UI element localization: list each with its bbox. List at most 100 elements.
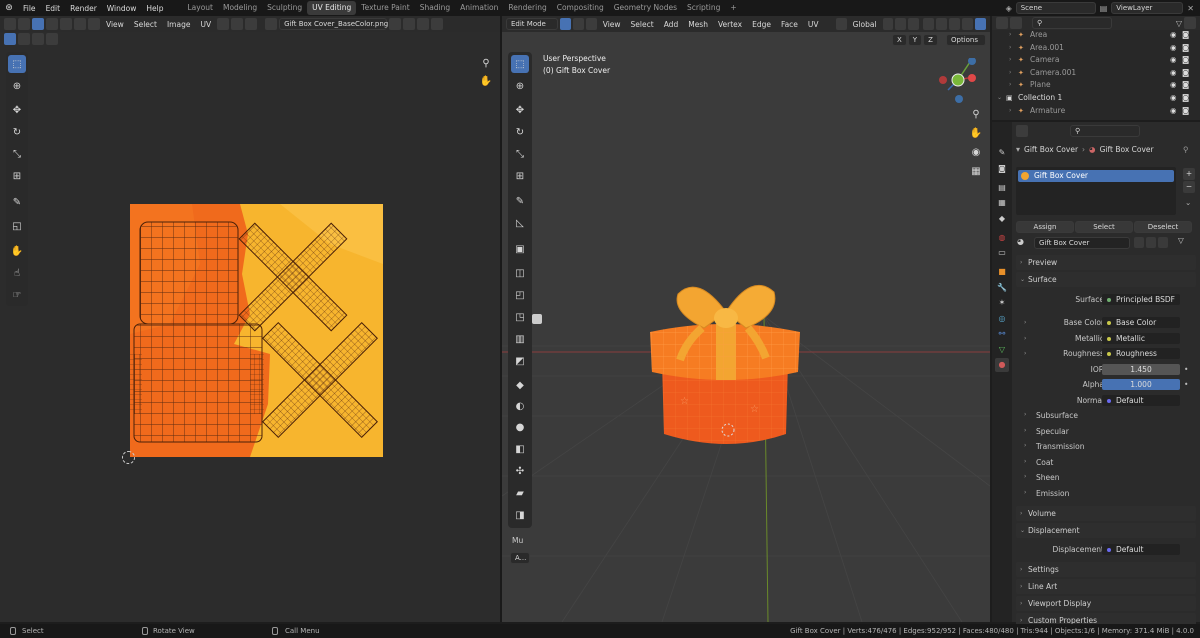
deselect-button[interactable]: Deselect [1134, 221, 1192, 233]
material-tab-icon[interactable]: ● [995, 358, 1009, 372]
viewlayer-icon[interactable]: ▤ [1100, 4, 1108, 13]
vp-polybuild-icon[interactable]: ◆ [511, 376, 529, 394]
surface-row-value[interactable]: Roughness [1102, 347, 1180, 359]
navigation-gizmo[interactable] [930, 58, 988, 110]
outliner-type-icon[interactable] [996, 17, 1008, 29]
subpanel-item[interactable]: Transmission [1036, 440, 1084, 453]
visibility-eye-icon[interactable]: ◉ [1170, 29, 1177, 41]
sync-selection-icon[interactable] [18, 18, 30, 30]
view-layer-tab-icon[interactable]: ▦ [995, 196, 1009, 210]
viewlayer-selector[interactable]: ViewLayer [1111, 2, 1184, 14]
tab-shading[interactable]: Shading [415, 1, 455, 15]
outliner-item[interactable]: › ✦ Camera.001 ◉ ◙ [996, 67, 1196, 79]
select-box-tool-icon[interactable]: ⬚ [8, 55, 26, 73]
panel-volume[interactable]: › Volume [1016, 506, 1196, 521]
tab-geometry-nodes[interactable]: Geometry Nodes [609, 1, 682, 15]
visibility-eye-icon[interactable]: ◉ [1170, 67, 1177, 79]
modifier-tab-icon[interactable]: 🔧 [995, 281, 1009, 295]
material-unlink-icon[interactable] [1158, 237, 1168, 248]
vp-transform-icon[interactable]: ⊞ [511, 167, 529, 185]
proportional-edit-icon[interactable] [908, 18, 920, 30]
visibility-eye-icon[interactable]: ◉ [1170, 42, 1177, 54]
scene-selector[interactable]: Scene [1015, 2, 1096, 14]
expand-arrow-icon[interactable]: › [1009, 105, 1011, 117]
uv-menu-image[interactable]: Image [163, 20, 195, 29]
surface-row-value[interactable]: 1.450 [1102, 363, 1180, 375]
render-camera-icon[interactable]: ◙ [1182, 67, 1189, 79]
menu-file[interactable]: File [18, 4, 41, 13]
pin-icon[interactable]: ⚲ [1183, 145, 1189, 154]
options-button[interactable]: Options [946, 34, 986, 46]
move-tool-icon[interactable]: ✥ [8, 101, 26, 119]
pan-icon[interactable]: ✋ [477, 72, 495, 90]
select-mode-subtract-icon[interactable] [32, 33, 44, 45]
keyframe-dot-icon[interactable]: • [1184, 365, 1188, 374]
shading-material-icon[interactable] [975, 18, 987, 30]
image-name-field[interactable]: Gift Box Cover_BaseColor.png [279, 18, 388, 30]
tab-uv-editing[interactable]: UV Editing [307, 1, 357, 15]
slot-menu-icon[interactable]: ⌄ [1185, 198, 1191, 207]
face-select-icon[interactable] [60, 18, 72, 30]
rip-tool-icon[interactable]: ◱ [8, 217, 26, 235]
vp-menu-edge[interactable]: Edge [748, 20, 775, 29]
visibility-eye-icon[interactable]: ◉ [1170, 79, 1177, 91]
scale-tool-icon[interactable]: ⤡ [8, 145, 26, 163]
expand-arrow-icon[interactable]: › [1009, 67, 1011, 79]
relax-tool-icon[interactable]: ☝ [8, 264, 26, 282]
render-tab-icon[interactable]: ◙ [995, 162, 1009, 176]
outliner-item[interactable]: ⌄ ▣ Collection 1 ◉ ◙ [996, 92, 1196, 104]
particles-tab-icon[interactable]: ✶ [995, 296, 1009, 310]
gift-box-model[interactable]: ☆ ☆ [640, 272, 810, 452]
menu-edit[interactable]: Edit [41, 4, 66, 13]
edge-select-icon[interactable] [46, 18, 58, 30]
transform-orientation[interactable]: Global [849, 20, 881, 29]
vp-menu-select[interactable]: Select [627, 20, 658, 29]
material-fake-user-icon[interactable] [1134, 237, 1144, 248]
blender-logo-icon[interactable]: ⊛ [0, 3, 18, 13]
mirror-y-toggle[interactable]: Y [907, 34, 923, 46]
output-tab-icon[interactable]: ▤ [995, 181, 1009, 195]
vp-zoom-icon[interactable]: ⚲ [967, 105, 985, 123]
render-camera-icon[interactable]: ◙ [1182, 42, 1189, 54]
select-mode-extend-icon[interactable] [18, 33, 30, 45]
vp-smooth-icon[interactable]: ● [511, 418, 529, 436]
vp-extrude-icon[interactable]: ◫ [511, 264, 529, 282]
surface-row-value[interactable]: 1.000 [1102, 378, 1180, 390]
vp-cursor-icon[interactable]: ⊕ [511, 77, 529, 95]
subpanel-arrow-icon[interactable]: › [1024, 473, 1026, 480]
visibility-eye-icon[interactable]: ◉ [1170, 105, 1177, 117]
tab-compositing[interactable]: Compositing [552, 1, 609, 15]
outliner-search-input[interactable]: ⚲ [1032, 17, 1112, 29]
edge-mode-icon[interactable] [572, 18, 584, 30]
pivot-icon[interactable] [217, 18, 230, 30]
vp-inset-icon[interactable]: ◰ [511, 286, 529, 304]
panel-displacement[interactable]: ⌄ Displacement [1016, 523, 1196, 538]
tool-tab-icon[interactable]: ✎ [995, 146, 1009, 160]
subpanel-arrow-icon[interactable]: › [1024, 411, 1026, 418]
tab-sculpting[interactable]: Sculpting [262, 1, 307, 15]
uv-texture-image[interactable] [130, 204, 383, 457]
shading-solid-icon[interactable] [962, 18, 974, 30]
subpanel-item[interactable]: Specular [1036, 425, 1069, 438]
material-filter-icon[interactable]: ▽ [1178, 236, 1184, 245]
vertex-select-icon[interactable] [32, 18, 44, 30]
scene-icon[interactable]: ◈ [1006, 4, 1012, 13]
slot-add-icon[interactable]: + [1183, 168, 1195, 180]
display-mode-icon[interactable] [1010, 17, 1022, 29]
world-tab-icon[interactable]: ◍ [995, 231, 1009, 245]
collection-tab-icon[interactable]: ▭ [995, 246, 1009, 260]
select-button[interactable]: Select [1075, 221, 1133, 233]
render-camera-icon[interactable]: ◙ [1182, 105, 1189, 117]
panel-viewport_display[interactable]: › Viewport Display [1016, 596, 1196, 611]
uv-menu-select[interactable]: Select [130, 20, 161, 29]
vp-move-icon[interactable]: ✥ [511, 101, 529, 119]
uv-menu-view[interactable]: View [102, 20, 128, 29]
vp-knife-icon[interactable]: ◩ [511, 352, 529, 370]
snapping-icon[interactable] [895, 18, 907, 30]
menu-help[interactable]: Help [141, 4, 168, 13]
expand-arrow-icon[interactable]: › [1009, 54, 1011, 66]
menu-window[interactable]: Window [102, 4, 142, 13]
material-browse-icon[interactable]: ◕ [1017, 237, 1024, 246]
vp-camera-icon[interactable]: ◉ [967, 143, 985, 161]
proportional-icon[interactable] [245, 18, 258, 30]
